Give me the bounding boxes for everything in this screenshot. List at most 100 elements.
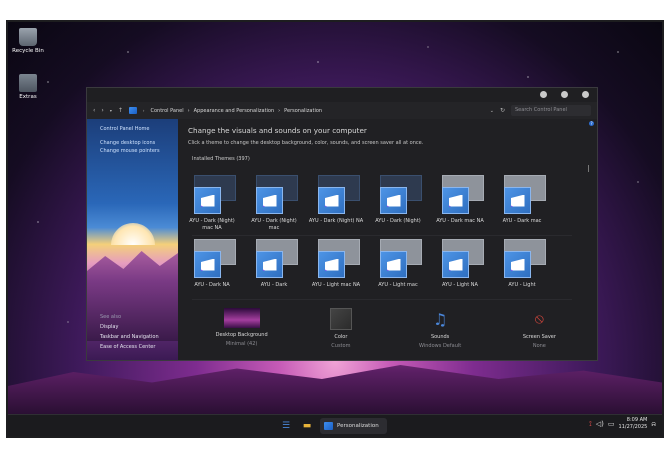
control-panel-icon [324, 422, 333, 430]
theme-thumbnail [370, 175, 426, 215]
theme-fan-icon [386, 194, 401, 207]
theme-item[interactable]: AYU - Dark (Night) NA [308, 175, 364, 225]
sidebar-link-control-panel-home[interactable]: Control Panel Home [100, 125, 160, 133]
theme-fan-icon [510, 258, 525, 271]
theme-name: AYU - Dark NA [194, 282, 230, 288]
theme-thumbnail [246, 239, 302, 279]
theme-name: AYU - Dark mac [502, 218, 542, 224]
see-also-ease-of-access[interactable]: Ease of Access Center [100, 342, 159, 352]
back-icon[interactable]: ‹ [93, 107, 95, 114]
location-chevron-icon[interactable]: › [143, 108, 145, 113]
desktop-icon-extras[interactable]: Extras [8, 74, 48, 100]
theme-name: AYU - Light NA [442, 282, 478, 288]
theme-item[interactable]: AYU - Dark mac [494, 175, 550, 225]
volume-icon[interactable]: ◁) [596, 420, 604, 428]
chevron-down-icon[interactable]: ⌄ [490, 108, 494, 114]
taskbar-app-personalization[interactable]: Personalization [320, 418, 387, 434]
desktop-background-button[interactable]: Desktop Background Minimal (42) [192, 308, 291, 352]
theme-name: AYU - Dark (Night) mac NA [189, 218, 235, 231]
system-tray: ⟟ ◁) ▭ 8:09 AM 11/27/2025 ⍾ [589, 417, 656, 431]
theme-thumbnail [494, 175, 550, 215]
page-subtitle: Click a theme to change the desktop back… [188, 140, 424, 146]
theme-fan-icon [262, 194, 277, 207]
installed-themes-label: Installed Themes (397) [192, 156, 250, 162]
breadcrumb: Control Panel › Appearance and Personali… [150, 108, 483, 114]
start-menu-icon[interactable]: ☰ [278, 418, 294, 434]
forward-icon[interactable]: › [101, 107, 103, 114]
network-icon[interactable]: ▭ [608, 420, 615, 428]
theme-fan-icon [200, 194, 215, 207]
theme-thumbnail [246, 175, 302, 215]
theme-item[interactable]: AYU - Dark mac NA [432, 175, 488, 225]
theme-item[interactable]: AYU - Light [494, 239, 550, 289]
file-explorer-icon[interactable]: ▬ [299, 418, 315, 434]
sidebar-link-change-mouse-pointers[interactable]: Change mouse pointers [100, 147, 160, 155]
screen-saver-icon: ⦸ [534, 311, 544, 327]
notification-bell-icon[interactable]: ⍾ [651, 420, 656, 429]
see-also-taskbar[interactable]: Taskbar and Navigation [100, 332, 159, 342]
help-icon[interactable]: ? [589, 121, 594, 126]
control-panel-icon [128, 107, 137, 114]
theme-item[interactable]: AYU - Dark NA [184, 239, 240, 289]
title-bar[interactable] [87, 88, 597, 102]
theme-item[interactable]: AYU - Light mac [370, 239, 426, 289]
theme-name: AYU - Light mac NA [311, 282, 361, 288]
minimize-button[interactable] [540, 91, 547, 98]
sounds-button[interactable]: ♫ Sounds Windows Default [391, 308, 490, 352]
screen-saver-button[interactable]: ⦸ Screen Saver None [490, 308, 589, 352]
theme-name: AYU - Dark (Night) [375, 218, 421, 224]
see-also-display[interactable]: Display [100, 322, 159, 332]
setting-value: Windows Default [419, 343, 462, 349]
theme-item[interactable]: AYU - Dark (Night) [370, 175, 426, 225]
setting-label: Color [334, 334, 348, 340]
main-panel: ? Change the visuals and sounds on your … [178, 119, 597, 360]
theme-fan-icon [324, 258, 339, 271]
theme-name: AYU - Light mac [378, 282, 418, 288]
theme-item[interactable]: AYU - Light NA [432, 239, 488, 289]
setting-label: Sounds [430, 334, 450, 340]
theme-settings-bar: Desktop Background Minimal (42) Color Cu… [192, 308, 589, 352]
taskbar-app-label: Personalization [337, 423, 379, 429]
desktop-icon-label: Extras [19, 94, 37, 100]
breadcrumb-personalization[interactable]: Personalization [284, 108, 322, 114]
theme-fan-icon [448, 194, 463, 207]
see-also-heading: See also [100, 314, 122, 320]
theme-thumbnail [370, 239, 426, 279]
theme-item[interactable]: AYU - Light mac NA [308, 239, 364, 289]
theme-fan-icon [448, 258, 463, 271]
setting-value: Custom [331, 343, 351, 349]
sidebar: Control Panel Home Change desktop icons … [87, 119, 178, 360]
theme-item[interactable]: AYU - Dark (Night) mac NA [184, 175, 240, 231]
chevron-right-icon: › [187, 107, 190, 114]
theme-fan-icon [262, 258, 277, 271]
close-button[interactable] [582, 91, 589, 98]
refresh-icon[interactable]: ↻ [500, 107, 505, 114]
setting-value: Minimal (42) [225, 341, 258, 347]
theme-thumbnail [308, 239, 364, 279]
sounds-icon: ♫ [432, 309, 448, 329]
theme-thumbnail [184, 239, 240, 279]
color-button[interactable]: Color Custom [291, 308, 390, 352]
color-swatch-icon [329, 308, 352, 330]
up-icon[interactable]: ↑ [118, 107, 123, 114]
breadcrumb-appearance[interactable]: Appearance and Personalization [194, 108, 275, 114]
theme-item[interactable]: AYU - Dark [246, 239, 302, 289]
recent-dropdown-icon[interactable]: ▾ [110, 108, 112, 113]
desktop-background-thumbnail [223, 308, 260, 328]
folder-icon [19, 74, 37, 92]
desktop: Recycle Bin Extras ‹ › ▾ ↑ › Control Pan… [6, 20, 664, 438]
maximize-button[interactable] [561, 91, 568, 98]
clock[interactable]: 8:09 AM 11/27/2025 [619, 417, 648, 431]
scrollbar[interactable] [588, 165, 589, 172]
breadcrumb-control-panel[interactable]: Control Panel [150, 108, 183, 114]
search-input[interactable]: Search Control Panel [511, 105, 591, 116]
setting-value: None [532, 343, 546, 349]
antivirus-icon[interactable]: ⟟ [589, 420, 592, 429]
theme-thumbnail [308, 175, 364, 215]
theme-name: AYU - Dark [260, 282, 288, 288]
setting-label: Screen Saver [522, 334, 556, 340]
sidebar-link-change-desktop-icons[interactable]: Change desktop icons [100, 139, 160, 147]
theme-item[interactable]: AYU - Dark (Night) mac [246, 175, 302, 231]
desktop-icon-recycle-bin[interactable]: Recycle Bin [8, 28, 48, 54]
theme-fan-icon [510, 194, 525, 207]
